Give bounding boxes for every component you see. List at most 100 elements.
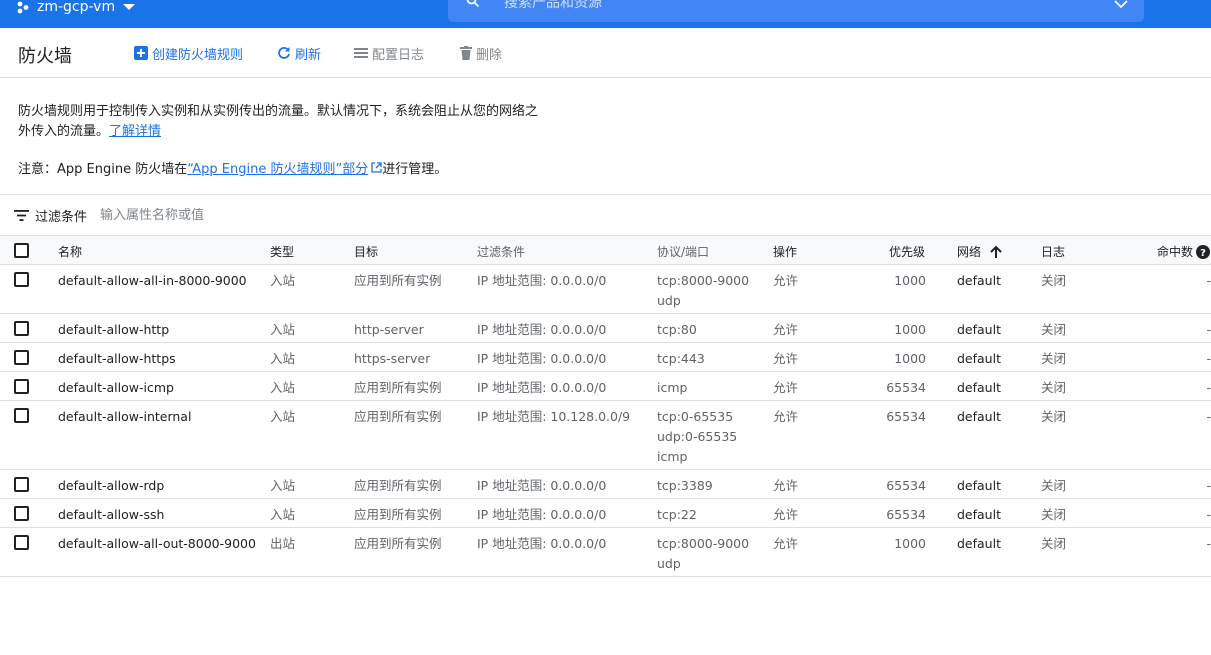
cell-filter: IP 地址范围: 0.0.0.0/0 [477,478,607,493]
row-checkbox[interactable] [14,477,29,492]
cell-hits: - [1206,322,1211,337]
filter-input[interactable] [100,207,401,223]
cell-hits: - [1206,478,1211,493]
cell-filter: IP 地址范围: 0.0.0.0/0 [477,273,607,288]
cell-type: 入站 [270,273,296,288]
protocol-line: tcp:0-65535 [657,409,734,424]
cell-filter: IP 地址范围: 0.0.0.0/0 [477,507,607,522]
cell-protocol: tcp:0-65535 udp:0-65535 icmp [657,407,737,467]
row-checkbox[interactable] [14,535,29,550]
cell-hits: - [1206,380,1211,395]
header-filter: 过滤条件 [477,245,526,259]
cell-log: 关闭 [1041,273,1067,288]
protocol-line: tcp:3389 [657,478,713,493]
cell-name[interactable]: default-allow-icmp [58,378,174,398]
table-row[interactable]: default-allow-all-out-8000-9000 出站 应用到所有实例… [0,528,1211,577]
cell-action: 允许 [773,536,799,551]
cell-target: 应用到所有实例 [354,273,442,288]
project-selector[interactable]: zm-gcp-vm [16,0,136,15]
cell-priority: 65534 [886,507,926,522]
cell-priority: 65534 [886,409,926,424]
row-checkbox[interactable] [14,408,29,423]
top-bar: zm-gcp-vm 搜索产品和资源 [0,0,1211,28]
cell-protocol: tcp:443 [657,349,705,369]
row-checkbox[interactable] [14,506,29,521]
cell-priority: 1000 [894,273,926,288]
cell-filter: IP 地址范围: 0.0.0.0/0 [477,322,607,337]
search-placeholder: 搜索产品和资源 [504,0,602,11]
app-engine-rules-link[interactable]: “App Engine 防火墙规则”部分 [187,158,368,177]
filter-icon [14,209,29,221]
cell-log: 关闭 [1041,536,1067,551]
delete-button[interactable]: 删除 [460,44,503,63]
row-checkbox[interactable] [14,350,29,365]
row-checkbox[interactable] [14,321,29,336]
cell-name[interactable]: default-allow-all-out-8000-9000 [58,534,256,554]
header-hits[interactable]: 命中数 ? [1157,243,1211,260]
header-target[interactable]: 目标 [354,243,378,260]
cell-action: 允许 [773,273,799,288]
configure-logs-button[interactable]: 配置日志 [354,44,424,63]
project-name: zm-gcp-vm [37,0,116,15]
table-row[interactable]: default-allow-icmp 入站 应用到所有实例 IP 地址范围: 0.0.… [0,372,1211,401]
cell-action: 允许 [773,322,799,337]
learn-more-link[interactable]: 了解详情 [109,124,161,139]
cell-name[interactable]: default-allow-internal [58,407,191,427]
filter-label: 过滤条件 [35,209,88,225]
row-checkbox[interactable] [14,272,29,287]
search-bar[interactable]: 搜索产品和资源 [448,0,1144,22]
table-row[interactable]: default-allow-https 入站 https-server IP 地址范围… [0,343,1211,372]
cell-priority: 65534 [886,478,926,493]
intro-body: 防火墙规则用于控制传入实例和从实例传出的流量。默认情况下，系统会阻止从您的网络之… [18,104,539,139]
cell-target: 应用到所有实例 [354,507,442,522]
cell-type: 入站 [270,351,296,366]
project-icon [17,1,29,14]
header-network[interactable]: 网络 [957,243,1002,260]
refresh-icon [278,47,290,59]
refresh-button[interactable]: 刷新 [277,44,321,63]
chevron-down-icon[interactable] [1114,0,1128,9]
intro-text: 防火墙规则用于控制传入实例和从实例传出的流量。默认情况下，系统会阻止从您的网络之… [18,102,538,142]
table-row[interactable]: default-allow-ssh 入站 应用到所有实例 IP 地址范围: 0.0.0… [0,499,1211,528]
create-firewall-rule-button[interactable]: 创建防火墙规则 [134,44,243,63]
table-row[interactable]: default-allow-all-in-8000-9000 入站 应用到所有实例 I… [0,265,1211,314]
table-row[interactable]: default-allow-http 入站 http-server IP 地址范围: … [0,314,1211,343]
cell-priority: 65534 [886,380,926,395]
search-icon [466,0,480,8]
select-all-checkbox[interactable] [14,243,29,258]
protocol-line: tcp:8000-9000 [657,273,750,288]
sort-arrow-up-icon [990,245,1002,258]
cell-name[interactable]: default-allow-rdp [58,476,164,496]
app-engine-note: 注意：App Engine 防火墙在 “App Engine 防火墙规则”部分 … [18,158,447,177]
cell-network: default [957,273,1001,288]
cell-log: 关闭 [1041,478,1067,493]
protocol-line: tcp:80 [657,322,697,337]
header-log[interactable]: 日志 [1041,243,1065,260]
header-name[interactable]: 名称 [58,243,82,260]
cell-type: 入站 [270,409,296,424]
help-icon[interactable]: ? [1196,244,1211,259]
header-action[interactable]: 操作 [773,243,797,260]
cell-target: http-server [354,322,424,337]
protocol-line: tcp:8000-9000 [657,536,750,551]
cell-name[interactable]: default-allow-ssh [58,505,164,525]
header-priority[interactable]: 优先级 [889,243,925,260]
cell-name[interactable]: default-allow-http [58,320,169,340]
row-checkbox[interactable] [14,379,29,394]
cell-hits: - [1206,507,1211,522]
header-type[interactable]: 类型 [270,243,294,260]
table-row[interactable]: default-allow-internal 入站 应用到所有实例 IP 地址范围: … [0,401,1211,470]
cell-protocol: tcp:8000-9000 udp [657,271,749,311]
protocol-line: udp [657,556,681,571]
cell-network: default [957,536,1001,551]
cell-action: 允许 [773,351,799,366]
delete-label: 删除 [476,47,503,63]
cell-network: default [957,322,1001,337]
protocol-line: tcp:443 [657,351,705,366]
cell-name[interactable]: default-allow-all-in-8000-9000 [58,271,247,291]
section-divider [0,194,1211,195]
header-protocol: 协议/端口 [657,245,710,259]
table-row[interactable]: default-allow-rdp 入站 应用到所有实例 IP 地址范围: 0.0.0… [0,470,1211,499]
cell-name[interactable]: default-allow-https [58,349,176,369]
header-hits-label: 命中数 [1157,245,1194,259]
